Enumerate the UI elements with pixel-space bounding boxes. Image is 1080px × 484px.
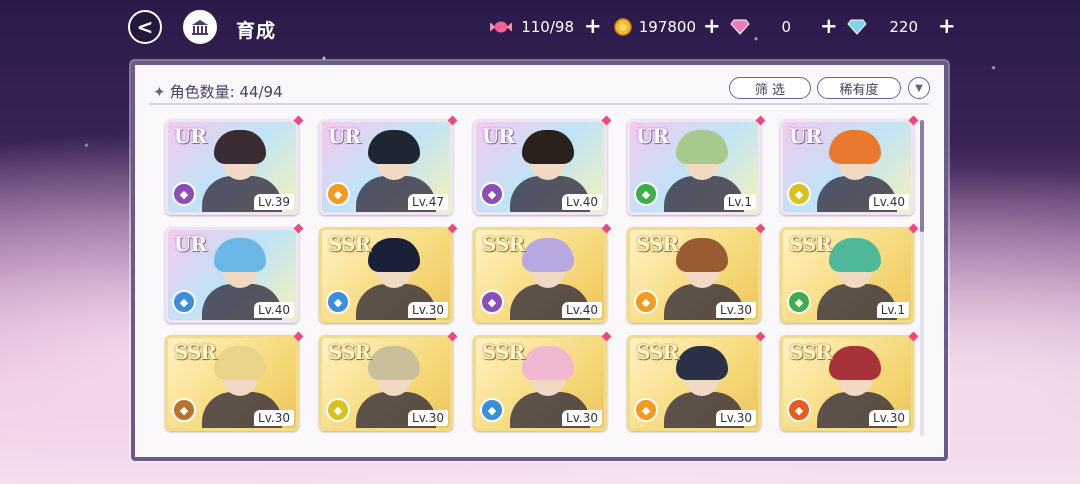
- level-label: Lv.40: [254, 302, 294, 318]
- blue-diamond-icon: [846, 17, 868, 37]
- character-card[interactable]: SSR ◆ Lv.30: [319, 227, 453, 323]
- candy-icon: [490, 17, 512, 37]
- rarity-badge: SSR: [636, 232, 679, 256]
- element-icon: ◆: [480, 290, 504, 314]
- level-label: Lv.30: [716, 410, 756, 426]
- level-label: Lv.30: [408, 410, 448, 426]
- element-icon: ◆: [480, 182, 504, 206]
- element-icon: ◆: [326, 290, 350, 314]
- element-icon: ◆: [480, 398, 504, 422]
- rarity-badge: SSR: [789, 232, 832, 256]
- element-icon: ◆: [172, 182, 196, 206]
- rarity-badge: UR: [174, 124, 207, 148]
- character-card[interactable]: SSR ◆ Lv.30: [165, 335, 299, 431]
- top-bar: < 育成 110/98 + 197800 + 0 + 220 +: [0, 0, 1080, 56]
- element-icon: ◆: [787, 182, 811, 206]
- level-label: Lv.47: [408, 194, 448, 210]
- add-gold-button[interactable]: +: [703, 14, 721, 38]
- chevron-down-icon: ▼: [915, 82, 923, 94]
- rarity-badge: UR: [636, 124, 669, 148]
- level-label: Lv.30: [716, 302, 756, 318]
- character-card[interactable]: SSR ◆ Lv.40: [473, 227, 607, 323]
- character-card[interactable]: UR ◆ Lv.39: [165, 119, 299, 215]
- rarity-badge: SSR: [482, 340, 525, 364]
- character-card[interactable]: UR ◆ Lv.40: [165, 227, 299, 323]
- level-label: Lv.39: [254, 194, 294, 210]
- filter-button[interactable]: 筛 选: [729, 77, 811, 99]
- element-icon: ◆: [787, 290, 811, 314]
- stamina-value: 110/98: [521, 18, 574, 36]
- character-card[interactable]: SSR ◆ Lv.30: [473, 335, 607, 431]
- resource-pink-diamond: 0: [729, 16, 819, 38]
- element-icon: ◆: [787, 398, 811, 422]
- back-button[interactable]: <: [128, 10, 162, 44]
- level-label: Lv.1: [723, 194, 756, 210]
- character-panel: ✦ 角色数量: 44/94 筛 选 稀有度 ▼ UR ◆ Lv.39 UR ◆ Lv.47 U…: [131, 61, 948, 461]
- back-arrow-icon: <: [136, 15, 154, 39]
- element-icon: ◆: [172, 290, 196, 314]
- rarity-badge: SSR: [789, 340, 832, 364]
- element-icon: ◆: [634, 182, 658, 206]
- add-blue-diamond-button[interactable]: +: [938, 14, 956, 38]
- pink-diamond-icon: [729, 17, 751, 37]
- character-card[interactable]: SSR ◆ Lv.30: [627, 335, 761, 431]
- gold-value: 197800: [638, 18, 696, 36]
- level-label: Lv.40: [562, 194, 602, 210]
- character-grid: UR ◆ Lv.39 UR ◆ Lv.47 UR ◆ Lv.40 UR ◆ Lv.1 UR ◆ Lv.40 U…: [165, 115, 925, 439]
- level-label: Lv.30: [408, 302, 448, 318]
- level-label: Lv.40: [869, 194, 909, 210]
- resource-gold: 197800: [612, 16, 702, 38]
- level-label: Lv.30: [869, 410, 909, 426]
- character-card[interactable]: UR ◆ Lv.40: [780, 119, 914, 215]
- character-card[interactable]: SSR ◆ Lv.30: [780, 335, 914, 431]
- element-icon: ◆: [172, 398, 196, 422]
- level-label: Lv.30: [254, 410, 294, 426]
- element-icon: ◆: [326, 182, 350, 206]
- rarity-badge: UR: [482, 124, 515, 148]
- rarity-badge: UR: [789, 124, 822, 148]
- rarity-badge: SSR: [482, 232, 525, 256]
- page-title: 育成: [236, 20, 277, 42]
- rarity-badge: SSR: [328, 232, 371, 256]
- character-card[interactable]: UR ◆ Lv.40: [473, 119, 607, 215]
- level-label: Lv.1: [876, 302, 909, 318]
- scroll-thumb[interactable]: [920, 120, 924, 232]
- rarity-badge: SSR: [636, 340, 679, 364]
- element-icon: ◆: [634, 290, 658, 314]
- building-icon: [192, 20, 208, 35]
- scrollbar[interactable]: [920, 120, 924, 436]
- resource-stamina: 110/98: [490, 16, 585, 38]
- character-card[interactable]: UR ◆ Lv.47: [319, 119, 453, 215]
- element-icon: ◆: [634, 398, 658, 422]
- character-card[interactable]: SSR ◆ Lv.30: [627, 227, 761, 323]
- resource-blue-diamond: 220: [846, 16, 936, 38]
- rarity-badge: UR: [174, 232, 207, 256]
- gold-coin-icon: [612, 17, 634, 37]
- character-card[interactable]: UR ◆ Lv.1: [627, 119, 761, 215]
- character-card[interactable]: SSR ◆ Lv.1: [780, 227, 914, 323]
- rarity-badge: SSR: [174, 340, 217, 364]
- character-count: ✦ 角色数量: 44/94: [153, 81, 283, 102]
- add-stamina-button[interactable]: +: [584, 14, 602, 38]
- pink-diamond-value: 0: [781, 18, 791, 36]
- sort-toggle-button[interactable]: ▼: [908, 77, 930, 99]
- rarity-badge: SSR: [328, 340, 371, 364]
- divider: [149, 103, 929, 105]
- blue-diamond-value: 220: [889, 18, 918, 36]
- add-pink-diamond-button[interactable]: +: [820, 14, 838, 38]
- home-button[interactable]: [183, 10, 217, 44]
- character-count-text: 角色数量: 44/94: [169, 83, 283, 101]
- rarity-badge: UR: [328, 124, 361, 148]
- sparkle-icon: ✦: [153, 83, 166, 101]
- level-label: Lv.40: [562, 302, 602, 318]
- character-card[interactable]: SSR ◆ Lv.30: [319, 335, 453, 431]
- element-icon: ◆: [326, 398, 350, 422]
- rarity-sort-button[interactable]: 稀有度: [817, 77, 901, 99]
- level-label: Lv.30: [562, 410, 602, 426]
